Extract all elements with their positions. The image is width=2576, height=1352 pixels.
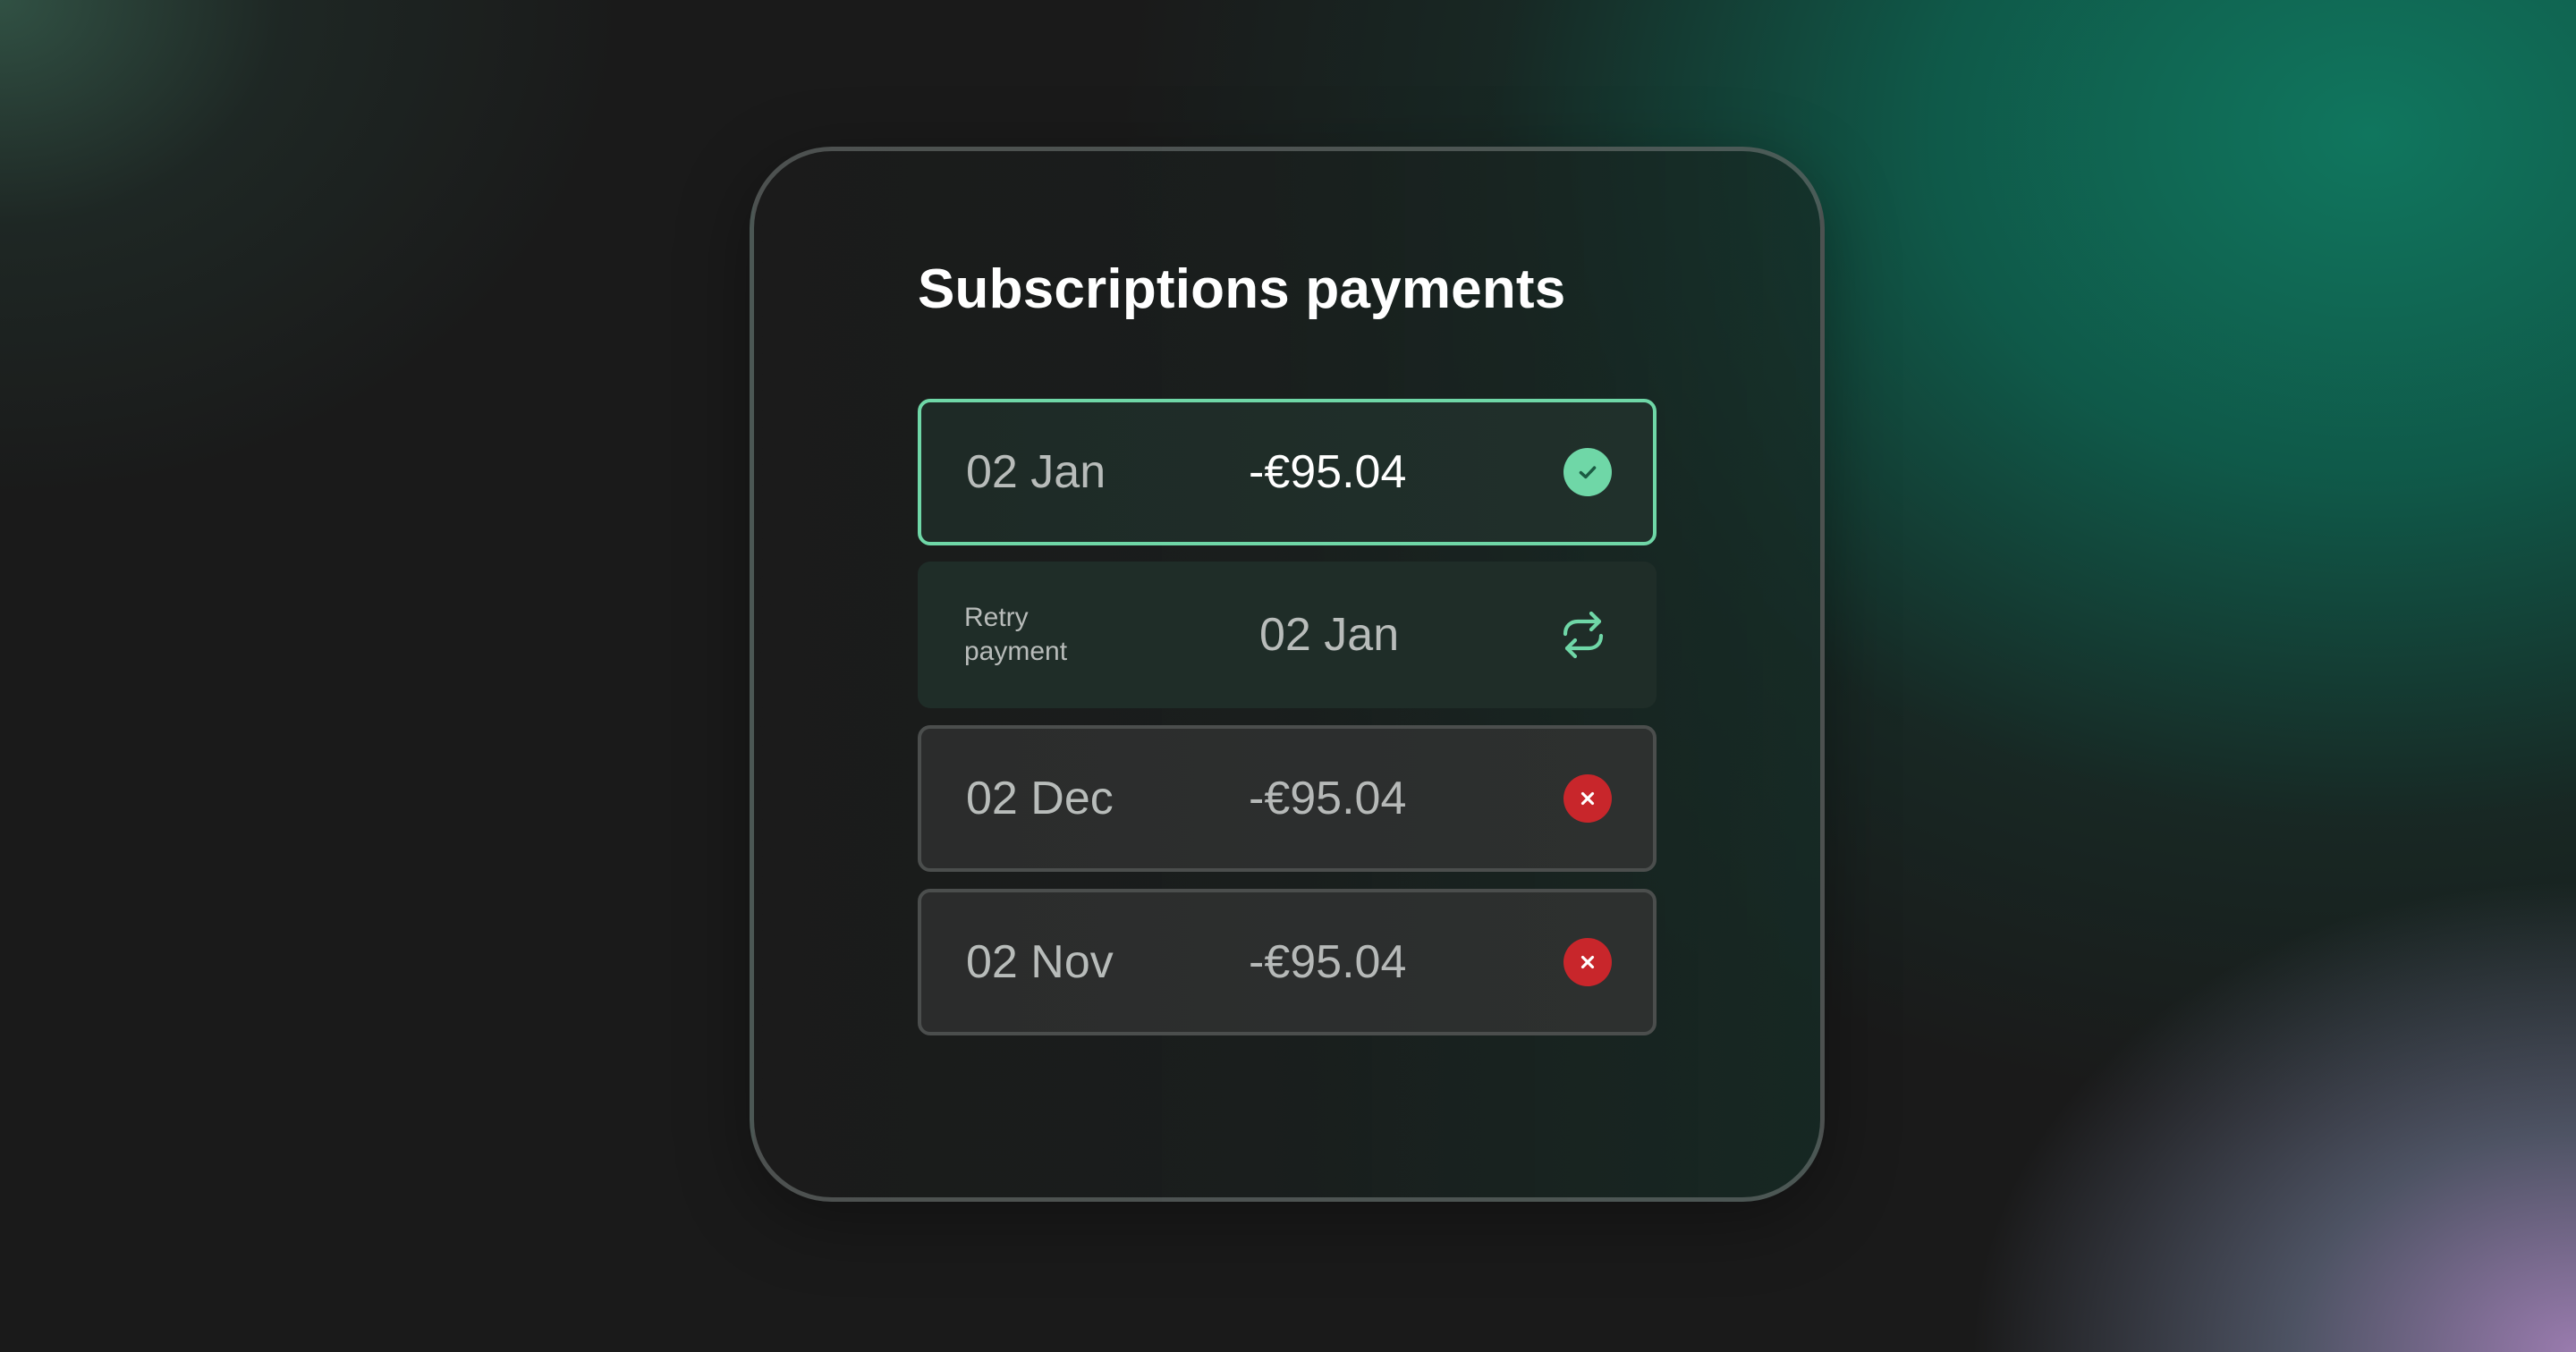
retry-date: 02 Jan: [1259, 609, 1400, 661]
payment-amount: -€95.04: [1249, 446, 1407, 498]
payment-row-failed[interactable]: 02 Dec -€95.04: [918, 725, 1657, 872]
payment-row-failed[interactable]: 02 Nov -€95.04: [918, 889, 1657, 1035]
card-title: Subscriptions payments: [918, 258, 1566, 320]
payment-date: 02 Dec: [966, 773, 1114, 824]
payment-date: 02 Jan: [966, 446, 1106, 498]
payment-amount: -€95.04: [1249, 773, 1407, 824]
payment-row-success[interactable]: 02 Jan -€95.04: [918, 399, 1657, 545]
payment-amount: -€95.04: [1249, 936, 1407, 988]
retry-icon[interactable]: [1556, 608, 1610, 662]
retry-payment-row[interactable]: Retry payment 02 Jan: [918, 562, 1657, 708]
x-circle-icon: [1563, 774, 1612, 823]
payment-date: 02 Nov: [966, 936, 1114, 988]
x-circle-icon: [1563, 938, 1612, 986]
retry-payment-label: Retry payment: [964, 603, 1068, 666]
check-circle-icon: [1563, 448, 1612, 496]
